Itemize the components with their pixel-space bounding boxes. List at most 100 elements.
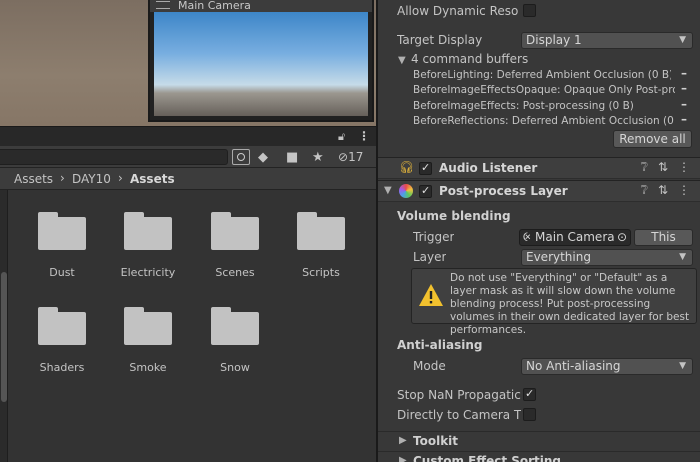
- target-display-value: Display 1: [526, 33, 582, 47]
- post-process-icon: [399, 184, 413, 198]
- custom-effect-sorting-foldout[interactable]: Custom Effect Sorting: [413, 454, 561, 462]
- folder-label: Dust: [49, 266, 75, 279]
- hidden-count: 17: [348, 150, 364, 164]
- folder-item[interactable]: Shaders: [22, 307, 102, 374]
- target-display-dropdown[interactable]: Display 1 ▼: [521, 32, 693, 49]
- foldout-arrow-icon[interactable]: ▼: [384, 185, 392, 196]
- audio-listener-enabled-checkbox[interactable]: [419, 161, 432, 175]
- hidden-packages-toggle[interactable]: ⊘17: [338, 150, 363, 164]
- warning-icon: [419, 284, 443, 306]
- trigger-object-field[interactable]: ⨴ Main Camera ⊙: [519, 229, 631, 246]
- breadcrumb-separator-icon: ›: [118, 171, 123, 185]
- camera-preview-header: Main Camera: [150, 0, 372, 12]
- chevron-down-icon: ▼: [679, 35, 686, 45]
- audio-listener-title: Audio Listener: [439, 161, 538, 175]
- anti-aliasing-mode-dropdown[interactable]: No Anti-aliasing ▼: [521, 358, 693, 375]
- favorite-star-icon[interactable]: ★: [312, 150, 324, 165]
- stop-nan-checkbox[interactable]: [523, 387, 536, 401]
- folder-label: Smoke: [129, 361, 167, 374]
- trigger-label: Trigger: [413, 230, 455, 244]
- kebab-menu-icon[interactable]: ⋮: [678, 160, 690, 174]
- object-picker-icon[interactable]: ⊙: [617, 230, 627, 245]
- folder-item[interactable]: Snow: [195, 307, 275, 374]
- command-buffer-item: BeforeLighting: Deferred Ambient Occlusi…: [413, 69, 671, 81]
- kebab-menu-icon[interactable]: ⋮: [358, 129, 370, 143]
- mode-label: Mode: [413, 359, 446, 373]
- folder-icon: [124, 307, 172, 345]
- allow-dynamic-resolution-checkbox[interactable]: [523, 4, 536, 17]
- folder-label: Electricity: [120, 266, 176, 279]
- folder-item[interactable]: Smoke: [108, 307, 188, 374]
- camera-preview: Main Camera: [148, 0, 374, 122]
- scrollbar-thumb[interactable]: [1, 272, 7, 402]
- directly-to-camera-label: Directly to Camera T: [397, 408, 521, 422]
- anti-aliasing-heading: Anti-aliasing: [397, 338, 483, 352]
- component-actions: ❔︎ ⇅ ⋮: [631, 183, 690, 198]
- tag-icon[interactable]: ■: [286, 150, 298, 165]
- command-buffer-item: BeforeImageEffects: Post-processing (0 B…: [413, 100, 634, 112]
- folder-item[interactable]: Scripts: [281, 212, 361, 279]
- remove-buffer-icon[interactable]: –: [681, 66, 687, 80]
- directly-to-camera-checkbox[interactable]: [523, 408, 536, 421]
- post-process-layer-header[interactable]: ▼ Post-process Layer ❔︎ ⇅ ⋮: [378, 180, 700, 202]
- help-icon[interactable]: ❔︎: [641, 160, 648, 174]
- transform-icon: ⨴: [523, 230, 532, 244]
- breadcrumb: Assets › DAY10 › Assets: [0, 168, 376, 190]
- breadcrumb-separator-icon: ›: [60, 171, 65, 185]
- breadcrumb-item[interactable]: Assets: [14, 172, 53, 186]
- presets-icon[interactable]: ⇅: [658, 183, 668, 197]
- folder-label: Scripts: [302, 266, 340, 279]
- menu-icon[interactable]: [156, 1, 170, 9]
- separator: [378, 451, 700, 452]
- toolkit-foldout[interactable]: Toolkit: [413, 434, 458, 448]
- post-process-enabled-checkbox[interactable]: [419, 184, 432, 198]
- eye-slash-icon: ⊘: [338, 150, 349, 164]
- foldout-arrow-icon[interactable]: ▶: [399, 455, 407, 462]
- warning-text: Do not use "Everything" or "Default" as …: [450, 272, 690, 336]
- breadcrumb-current[interactable]: Assets: [130, 172, 175, 186]
- allow-dynamic-resolution-label: Allow Dynamic Reso: [397, 4, 519, 18]
- kebab-menu-icon[interactable]: ⋮: [678, 183, 690, 197]
- folder-icon: [38, 212, 86, 250]
- layer-label: Layer: [413, 250, 447, 264]
- folder-item[interactable]: Electricity: [108, 212, 188, 279]
- anti-aliasing-mode-value: No Anti-aliasing: [526, 359, 621, 373]
- post-process-layer-title: Post-process Layer: [439, 184, 568, 198]
- remove-all-button[interactable]: Remove all: [613, 130, 692, 148]
- audio-listener-icon: 🎧︎: [399, 160, 415, 174]
- stop-nan-label: Stop NaN Propagatic: [397, 388, 521, 402]
- audio-listener-header[interactable]: 🎧︎ Audio Listener ❔︎ ⇅ ⋮: [378, 157, 700, 179]
- remove-buffer-icon[interactable]: –: [681, 81, 687, 95]
- camera-preview-title: Main Camera: [178, 0, 251, 12]
- camera-preview-image: [154, 12, 368, 116]
- presets-icon[interactable]: ⇅: [658, 160, 668, 174]
- breadcrumb-item[interactable]: DAY10: [72, 172, 111, 186]
- separator: [378, 431, 700, 432]
- command-buffers-label[interactable]: 4 command buffers: [411, 52, 528, 66]
- command-buffer-item: BeforeReflections: Deferred Ambient Occl…: [413, 115, 675, 127]
- foldout-arrow-icon[interactable]: ▶: [399, 435, 407, 446]
- lock-icon[interactable]: 🔓︎: [338, 130, 345, 144]
- search-by-type-icon[interactable]: [232, 149, 250, 165]
- folder-item[interactable]: Dust: [22, 212, 102, 279]
- scene-view[interactable]: Main Camera: [0, 0, 376, 126]
- folder-label: Shaders: [39, 361, 85, 374]
- filter-by-label-icon[interactable]: ◆: [258, 150, 268, 165]
- target-display-label: Target Display: [397, 33, 483, 47]
- inspector-panel: Allow Dynamic Reso Target Display Displa…: [378, 0, 700, 462]
- this-button[interactable]: This: [634, 229, 693, 246]
- folder-label: Snow: [220, 361, 250, 374]
- layer-value: Everything: [526, 250, 591, 264]
- search-input[interactable]: [0, 149, 228, 165]
- help-icon[interactable]: ❔︎: [641, 183, 648, 197]
- project-search-bar: ◆ ■ ★ ⊘17: [0, 146, 376, 168]
- foldout-arrow-icon[interactable]: ▼: [398, 55, 406, 66]
- remove-buffer-icon[interactable]: –: [681, 112, 687, 126]
- folder-icon: [211, 212, 259, 250]
- folder-icon: [38, 307, 86, 345]
- trigger-value: Main Camera: [535, 230, 615, 244]
- command-buffer-item: BeforeImageEffectsOpaque: Opaque Only Po…: [413, 84, 675, 96]
- folder-item[interactable]: Scenes: [195, 212, 275, 279]
- layer-dropdown[interactable]: Everything ▼: [521, 249, 693, 266]
- remove-buffer-icon[interactable]: –: [681, 97, 687, 111]
